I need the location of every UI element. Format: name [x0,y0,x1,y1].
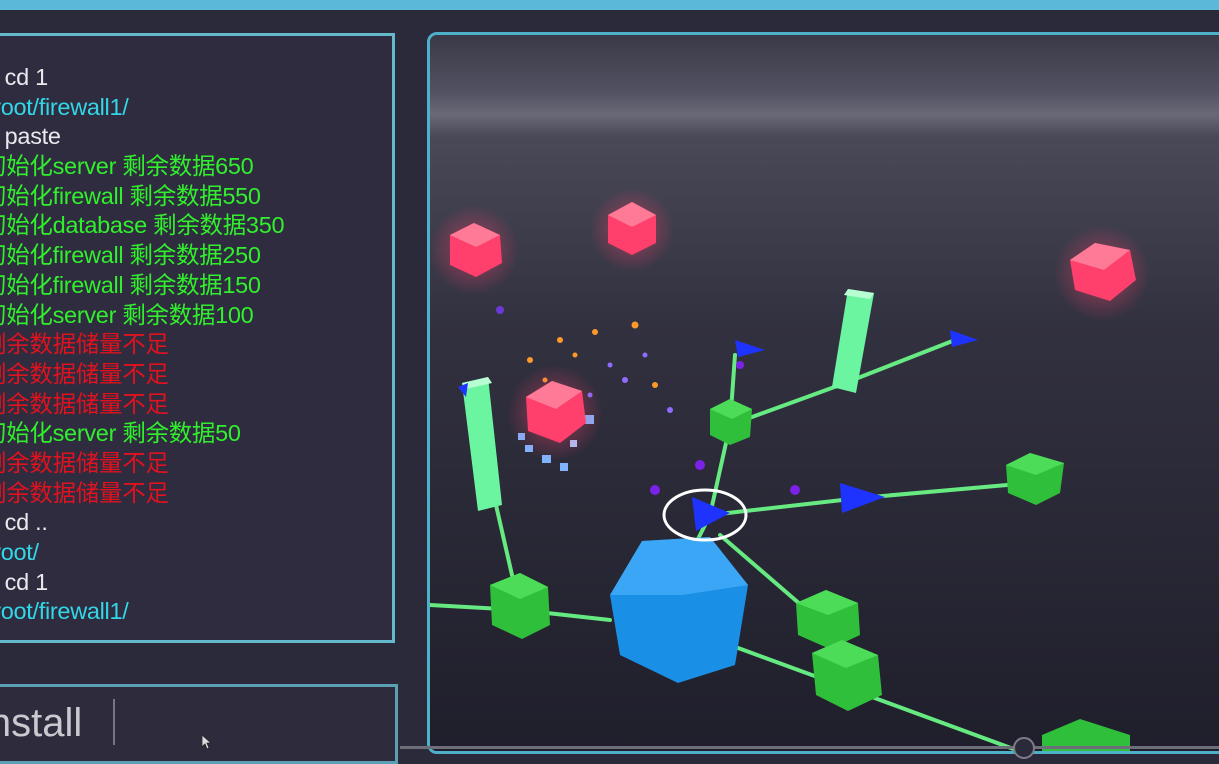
terminal-line-err: 剩余数据储量不足 [0,479,169,506]
enemy-node-3[interactable] [1054,225,1150,321]
terminal-line-ok: 初始化server 剩余数据650 [0,153,254,180]
command-input[interactable]: install [0,701,82,746]
terminal-line-cmd: > cd .. [0,509,48,536]
terminal-line-err: 剩余数据储量不足 [0,360,169,387]
terminal-line-cmd: > cd 1 [0,568,48,595]
network-3d-viewport[interactable] [427,32,1219,754]
terminal-line-err: 剩余数据储量不足 [0,449,169,476]
command-input-box[interactable]: install [0,684,398,764]
terminal-line-cmd: > paste [0,123,61,150]
terminal-line-cmd: > cd 1 [0,64,48,90]
terminal-line-ok: 初始化firewall 剩余数据250 [0,242,261,269]
terminal-line-err: 剩余数据储量不足 [0,390,169,417]
terminal-line-ok: 初始化firewall 剩余数据550 [0,182,261,209]
mouse-cursor-icon [202,735,212,749]
terminal-line-ok: 初始化database 剩余数据350 [0,212,285,239]
terminal-line-ok: 初始化firewall 剩余数据150 [0,271,261,298]
terminal-lines: > cd 1/root/firewall1/ > paste 初始化server 剩… [0,63,298,627]
terminal-line-err: 剩余数据储量不足 [0,331,169,358]
timeline-handle[interactable] [1013,737,1035,759]
terminal-line-path: /root/ [0,539,39,565]
top-accent-bar [0,0,1219,10]
enemy-node-1[interactable] [430,205,519,295]
terminal-output-panel: > cd 1/root/firewall1/ > paste 初始化server 剩… [0,33,395,643]
terminal-line-ok: 初始化server 剩余数据100 [0,301,254,328]
text-caret [113,699,115,745]
enemy-node-4[interactable] [507,365,603,461]
bottom-divider [400,746,1219,749]
terminal-line-path: /root/firewall1/ [0,93,129,120]
enemy-node-2[interactable] [590,188,674,272]
terminal-line-path: /root/firewall1/ [0,598,129,625]
terminal-line-ok: 初始化server 剩余数据50 [0,420,241,447]
